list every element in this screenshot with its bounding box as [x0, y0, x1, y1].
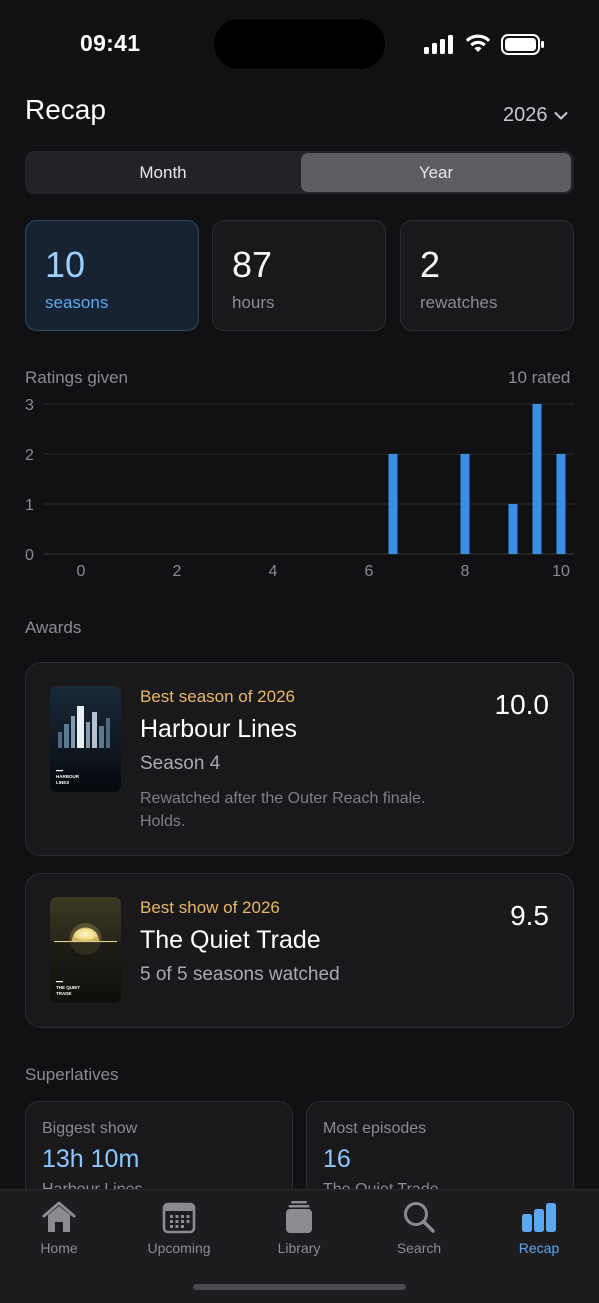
stat-value: 2	[420, 244, 441, 285]
home-icon	[42, 1201, 76, 1232]
award-card-best-season[interactable]: HARBOUR LINES Best season of 2026 Harbou…	[25, 662, 574, 856]
chart-title: Ratings given	[25, 368, 129, 387]
status-time: 09:41	[80, 30, 141, 56]
x-tick-label: 8	[461, 563, 470, 580]
award-note: Rewatched after the Outer Reach finale. …	[140, 790, 426, 830]
tab-label: Upcoming	[147, 1240, 211, 1256]
calendar-icon	[162, 1202, 196, 1234]
x-tick-label: 0	[77, 563, 86, 580]
tab-label: Search	[396, 1240, 442, 1256]
award-kicker: Best show of 2026	[140, 898, 280, 917]
segment-month[interactable]: Month	[28, 153, 298, 192]
recap-icon	[522, 1203, 556, 1232]
stat-value: 10	[45, 244, 86, 285]
rating-bar	[556, 454, 566, 554]
poster-harbour-lines: HARBOUR LINES	[50, 686, 121, 792]
superlative-value: 13h 10m	[42, 1145, 140, 1173]
poster-lettering: THE QUIET	[56, 985, 80, 990]
period-segmented-control: Month Year	[25, 151, 574, 194]
award-score: 9.5	[510, 900, 549, 931]
tab-label: Recap	[518, 1240, 560, 1256]
search-icon	[404, 1202, 435, 1233]
stat-label: seasons	[45, 293, 109, 312]
superlative-label: Biggest show	[42, 1120, 138, 1137]
rating-bar	[460, 454, 470, 554]
award-title: The Quiet Trade	[140, 926, 321, 954]
y-tick-label: 1	[25, 497, 34, 514]
stat-card-seasons[interactable]: 10 seasons	[25, 220, 199, 331]
svg-text:TRADE: TRADE	[56, 991, 72, 996]
ratings-chart: 0 1 2 3 0 2 4 6 8 10	[25, 397, 574, 580]
status-bar: 09:41	[0, 0, 599, 90]
y-tick-label: 3	[25, 397, 34, 414]
segment-year[interactable]: Year	[301, 153, 571, 192]
battery-icon	[501, 34, 544, 55]
stat-card-rewatches[interactable]: 2 rewatches	[400, 220, 574, 331]
award-subtitle: Season 4	[140, 753, 221, 774]
tab-home[interactable]: Home	[9, 1200, 109, 1260]
y-tick-label: 2	[25, 447, 34, 464]
year-selector[interactable]: 2026	[503, 104, 568, 127]
tab-library[interactable]: Library	[249, 1200, 349, 1260]
award-subtitle: 5 of 5 seasons watched	[140, 964, 340, 985]
y-tick-label: 0	[25, 547, 34, 564]
rating-bar	[508, 504, 518, 554]
superlative-value: 16	[323, 1145, 351, 1173]
dynamic-island	[214, 19, 385, 69]
superlatives-section-title: Superlatives	[25, 1065, 119, 1084]
x-tick-label: 2	[173, 563, 182, 580]
x-tick-label: 4	[269, 563, 278, 580]
award-kicker: Best season of 2026	[140, 687, 296, 706]
x-tick-label: 6	[365, 563, 374, 580]
year-value: 2026	[503, 104, 548, 126]
poster-lettering: HARBOUR	[56, 774, 80, 779]
award-card-best-show[interactable]: THE QUIET TRADE Best show of 2026 The Qu…	[25, 873, 574, 1028]
signal-icon	[424, 34, 456, 54]
library-icon	[286, 1201, 312, 1233]
tab-upcoming[interactable]: Upcoming	[129, 1200, 229, 1260]
tab-recap[interactable]: Recap	[489, 1200, 589, 1260]
wifi-icon	[465, 34, 491, 52]
poster-the-quiet-trade: THE QUIET TRADE	[50, 897, 121, 1003]
stat-card-hours[interactable]: 87 hours	[212, 220, 386, 331]
tab-search[interactable]: Search	[369, 1200, 469, 1260]
x-tick-label: 10	[552, 563, 570, 580]
rating-bar	[532, 404, 542, 554]
tab-label: Home	[40, 1240, 78, 1256]
rated-count: 10 rated	[508, 368, 571, 387]
stat-label: rewatches	[420, 293, 498, 312]
svg-text:LINES: LINES	[56, 780, 69, 785]
page-title: Recap	[25, 94, 106, 125]
superlative-label: Most episodes	[323, 1120, 427, 1137]
chevron-down-icon	[554, 111, 567, 119]
stat-value: 87	[232, 244, 273, 285]
rating-bar	[388, 454, 398, 554]
awards-section-title: Awards	[25, 618, 82, 637]
award-score: 10.0	[494, 689, 550, 720]
tab-label: Library	[277, 1240, 321, 1256]
stat-label: hours	[232, 293, 275, 312]
award-title: Harbour Lines	[140, 715, 298, 743]
home-indicator	[193, 1284, 406, 1290]
